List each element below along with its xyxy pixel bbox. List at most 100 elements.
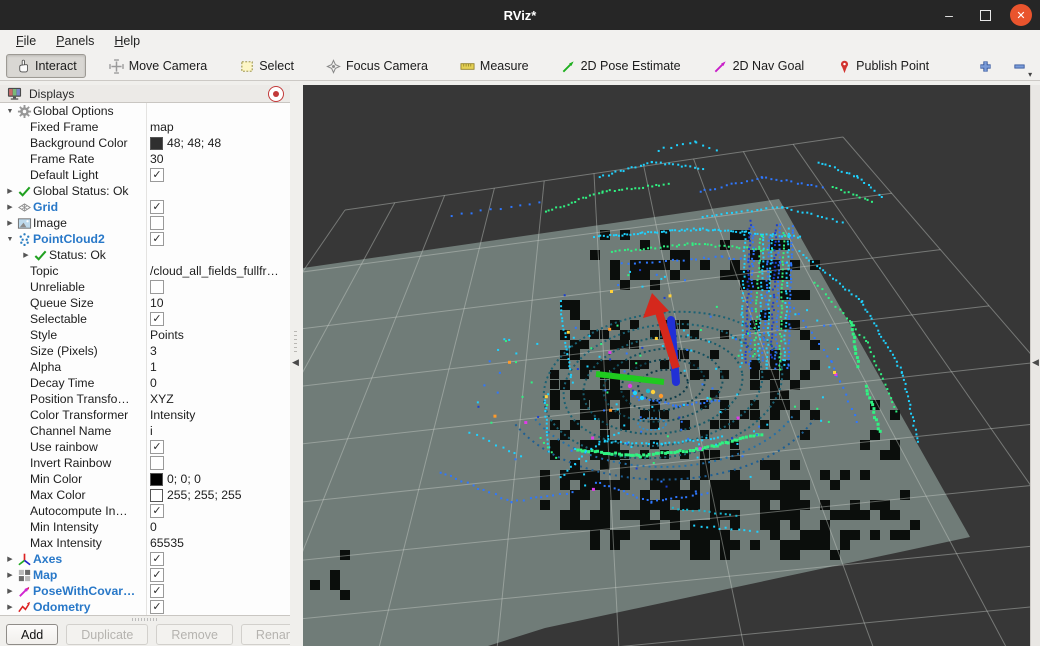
expand-arrow-icon[interactable]: ▼ xyxy=(4,108,16,115)
property-row[interactable]: Selectable✓ xyxy=(0,311,290,327)
expand-arrow-icon[interactable]: ▶ xyxy=(4,219,16,227)
property-row[interactable]: Alpha1 xyxy=(0,359,290,375)
property-row[interactable]: Max Color255; 255; 255 xyxy=(0,487,290,503)
property-row[interactable]: Topic/cloud_all_fields_fullfr… xyxy=(0,263,290,279)
property-row[interactable]: Background Color48; 48; 48 xyxy=(0,135,290,151)
display-row[interactable]: ▶Axes✓ xyxy=(0,551,290,567)
checkbox[interactable] xyxy=(150,280,164,294)
row-value[interactable]: ✓ xyxy=(146,552,290,566)
display-row[interactable]: ▶Map✓ xyxy=(0,567,290,583)
tool-interact[interactable]: Interact xyxy=(6,54,86,78)
row-value[interactable]: 3 xyxy=(146,344,290,358)
menu-item-panels[interactable]: Panels xyxy=(48,32,102,50)
row-value[interactable] xyxy=(146,280,290,294)
row-value[interactable]: ✓ xyxy=(146,232,290,246)
property-row[interactable]: Invert Rainbow xyxy=(0,455,290,471)
close-button[interactable]: ✕ xyxy=(1010,4,1032,26)
row-value[interactable]: 1 xyxy=(146,360,290,374)
row-value[interactable]: ✓ xyxy=(146,568,290,582)
row-value[interactable]: XYZ xyxy=(146,392,290,406)
tool-select[interactable]: Select xyxy=(230,54,303,78)
tool-2d-pose-estimate[interactable]: 2D Pose Estimate xyxy=(552,54,690,78)
checkbox[interactable]: ✓ xyxy=(150,584,164,598)
property-row[interactable]: Min Color0; 0; 0 xyxy=(0,471,290,487)
checkbox[interactable] xyxy=(150,456,164,470)
row-value[interactable]: map xyxy=(146,120,290,134)
expand-arrow-icon[interactable]: ▶ xyxy=(4,555,16,563)
tool-focus-camera[interactable]: Focus Camera xyxy=(317,54,437,78)
3d-scene[interactable] xyxy=(303,85,1030,646)
row-value[interactable]: ✓ xyxy=(146,440,290,454)
display-row[interactable]: ▶PoseWithCovar…✓ xyxy=(0,583,290,599)
display-row[interactable]: ▶Global Status: Ok xyxy=(0,183,290,199)
property-row[interactable]: Autocompute In…✓ xyxy=(0,503,290,519)
checkbox[interactable]: ✓ xyxy=(150,568,164,582)
checkbox[interactable]: ✓ xyxy=(150,600,164,614)
row-value[interactable]: i xyxy=(146,424,290,438)
row-value[interactable] xyxy=(146,456,290,470)
row-value[interactable]: ✓ xyxy=(146,312,290,326)
row-value[interactable]: 0 xyxy=(146,376,290,390)
maximize-button[interactable] xyxy=(974,4,996,26)
row-value[interactable]: 0; 0; 0 xyxy=(146,472,290,486)
row-value[interactable]: /cloud_all_fields_fullfr… xyxy=(146,264,290,278)
checkbox[interactable] xyxy=(150,216,164,230)
expand-arrow-icon[interactable]: ▶ xyxy=(4,187,16,195)
collapse-right-arrow-icon[interactable]: ◀ xyxy=(1032,357,1039,368)
left-panel-splitter[interactable]: ◀ xyxy=(290,85,303,646)
row-value[interactable]: 48; 48; 48 xyxy=(146,136,290,150)
display-row[interactable]: ▶Status: Ok xyxy=(0,247,290,263)
property-row[interactable]: Unreliable xyxy=(0,279,290,295)
property-row[interactable]: Decay Time0 xyxy=(0,375,290,391)
checkbox[interactable]: ✓ xyxy=(150,312,164,326)
checkbox[interactable]: ✓ xyxy=(150,168,164,182)
display-row[interactable]: ▶Odometry✓ xyxy=(0,599,290,615)
property-row[interactable]: Min Intensity0 xyxy=(0,519,290,535)
row-value[interactable]: ✓ xyxy=(146,600,290,614)
tool-publish-point[interactable]: Publish Point xyxy=(827,54,938,78)
tool-measure[interactable]: Measure xyxy=(451,54,538,78)
checkbox[interactable]: ✓ xyxy=(150,552,164,566)
expand-arrow-icon[interactable]: ▶ xyxy=(4,203,16,211)
row-value[interactable]: ✓ xyxy=(146,504,290,518)
minimize-button[interactable]: – xyxy=(938,4,960,26)
property-row[interactable]: Frame Rate30 xyxy=(0,151,290,167)
row-value[interactable] xyxy=(146,216,290,230)
3d-viewport[interactable] xyxy=(303,85,1030,646)
row-value[interactable]: 65535 xyxy=(146,536,290,550)
property-row[interactable]: StylePoints xyxy=(0,327,290,343)
display-row[interactable]: ▶Grid✓ xyxy=(0,199,290,215)
expand-arrow-icon[interactable]: ▶ xyxy=(20,251,32,259)
tool-move-camera[interactable]: Move Camera xyxy=(100,54,217,78)
expand-arrow-icon[interactable]: ▶ xyxy=(4,587,16,595)
checkbox[interactable]: ✓ xyxy=(150,200,164,214)
expand-arrow-icon[interactable]: ▼ xyxy=(4,236,16,243)
property-row[interactable]: Queue Size10 xyxy=(0,295,290,311)
row-value[interactable]: Intensity xyxy=(146,408,290,422)
display-row[interactable]: ▼PointCloud2✓ xyxy=(0,231,290,247)
row-value[interactable]: ✓ xyxy=(146,200,290,214)
display-row[interactable]: ▼Global Options xyxy=(0,103,290,119)
property-row[interactable]: Fixed Framemap xyxy=(0,119,290,135)
toolbar-minus-button[interactable]: ▾ xyxy=(1006,55,1032,77)
property-row[interactable]: Channel Namei xyxy=(0,423,290,439)
row-value[interactable]: 0 xyxy=(146,520,290,534)
tool-2d-nav-goal[interactable]: 2D Nav Goal xyxy=(704,54,814,78)
expand-arrow-icon[interactable]: ▶ xyxy=(4,603,16,611)
display-row[interactable]: ▶Image xyxy=(0,215,290,231)
checkbox[interactable]: ✓ xyxy=(150,440,164,454)
property-row[interactable]: Size (Pixels)3 xyxy=(0,343,290,359)
row-value[interactable]: 10 xyxy=(146,296,290,310)
row-value[interactable]: Points xyxy=(146,328,290,342)
property-row[interactable]: Use rainbow✓ xyxy=(0,439,290,455)
row-value[interactable]: 255; 255; 255 xyxy=(146,488,290,502)
right-panel-collapsed-strip[interactable]: ◀ xyxy=(1030,85,1040,646)
collapse-left-arrow-icon[interactable]: ◀ xyxy=(292,357,299,368)
checkbox[interactable]: ✓ xyxy=(150,504,164,518)
dropdown-caret-icon[interactable]: ▾ xyxy=(1028,70,1032,79)
expand-arrow-icon[interactable]: ▶ xyxy=(4,571,16,579)
displays-panel-close-button[interactable] xyxy=(268,86,284,102)
row-value[interactable]: ✓ xyxy=(146,584,290,598)
property-row[interactable]: Default Light✓ xyxy=(0,167,290,183)
menu-item-help[interactable]: Help xyxy=(106,32,148,50)
